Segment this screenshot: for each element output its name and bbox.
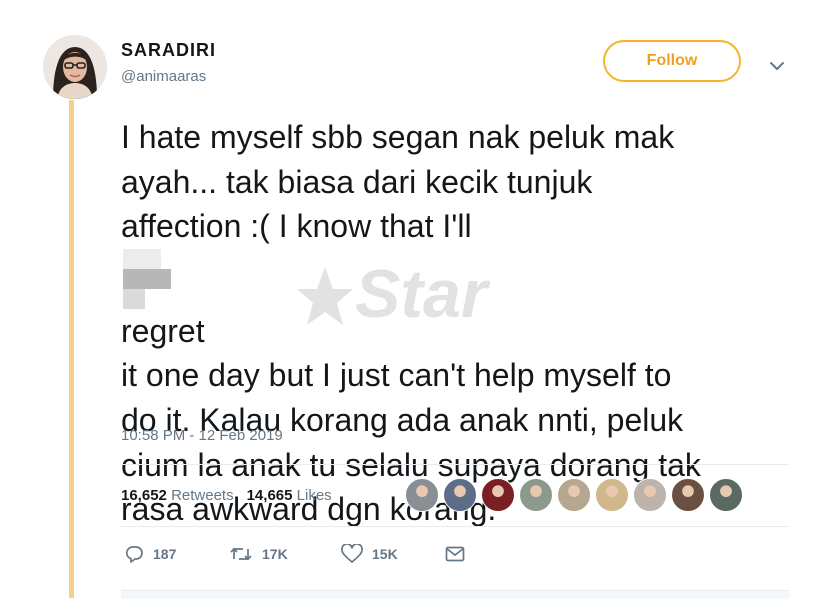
thread-line	[69, 100, 74, 598]
divider	[121, 464, 789, 465]
likes-label: Likes	[296, 487, 332, 504]
liker-avatar[interactable]	[519, 478, 553, 512]
likes-count: 14,665	[246, 487, 293, 504]
retweet-icon	[230, 547, 252, 561]
liker-avatar[interactable]	[443, 478, 477, 512]
divider	[121, 526, 789, 527]
tweet-line-part: affection :( I know that I'll	[121, 208, 472, 245]
avatar[interactable]	[43, 35, 107, 99]
redacted-word	[123, 268, 171, 289]
liker-avatar[interactable]	[671, 478, 705, 512]
retweets-label: Retweets	[171, 487, 234, 504]
tweet-text: I hate myself sbb segan nak peluk mak ay…	[121, 115, 801, 532]
liker-avatars	[405, 478, 743, 512]
tweet-line-part: regret	[121, 312, 205, 349]
display-name[interactable]: SARADIRI	[121, 40, 216, 61]
liker-avatar[interactable]	[709, 478, 743, 512]
reply-button[interactable]: 187	[124, 544, 229, 564]
tweet-line: it one day but I just can't help myself …	[121, 357, 672, 394]
likes-stat[interactable]: 14,665 Likes	[247, 487, 332, 504]
tweet-actions: 187 17K 15K	[124, 544, 465, 564]
reply-icon	[125, 546, 143, 563]
chevron-down-icon[interactable]	[766, 55, 788, 77]
heart-icon	[341, 544, 363, 563]
liker-avatar[interactable]	[557, 478, 591, 512]
reply-count: 187	[153, 546, 177, 562]
retweet-count: 17K	[262, 546, 288, 562]
tweet-timestamp[interactable]: 10:58 PM - 12 Feb 2019	[121, 427, 283, 444]
user-handle[interactable]: @animaaras	[121, 68, 206, 85]
avatar-image	[43, 35, 107, 99]
retweets-count: 16,652	[121, 487, 167, 504]
redacted-word	[123, 248, 161, 269]
tweet-line: ayah... tak biasa dari kecik tunjuk	[121, 163, 593, 200]
redacted-word	[123, 288, 145, 309]
envelope-icon	[445, 546, 465, 562]
liker-avatar[interactable]	[633, 478, 667, 512]
retweet-button[interactable]: 17K	[229, 544, 341, 564]
follow-button[interactable]: Follow	[603, 40, 741, 82]
tweet-line: I hate myself sbb segan nak peluk mak	[121, 119, 675, 155]
tweet-line-with-redaction: affection :( I know that I'll regret	[121, 204, 801, 353]
liker-avatar[interactable]	[481, 478, 515, 512]
direct-message-button[interactable]	[445, 546, 465, 562]
liker-avatar[interactable]	[595, 478, 629, 512]
like-count: 15K	[372, 546, 398, 562]
liker-avatar[interactable]	[405, 478, 439, 512]
tweet-stats: 16,652 Retweets 14,665 Likes	[121, 487, 332, 504]
retweets-stat[interactable]: 16,652 Retweets	[121, 487, 234, 504]
like-button[interactable]: 15K	[341, 544, 445, 564]
